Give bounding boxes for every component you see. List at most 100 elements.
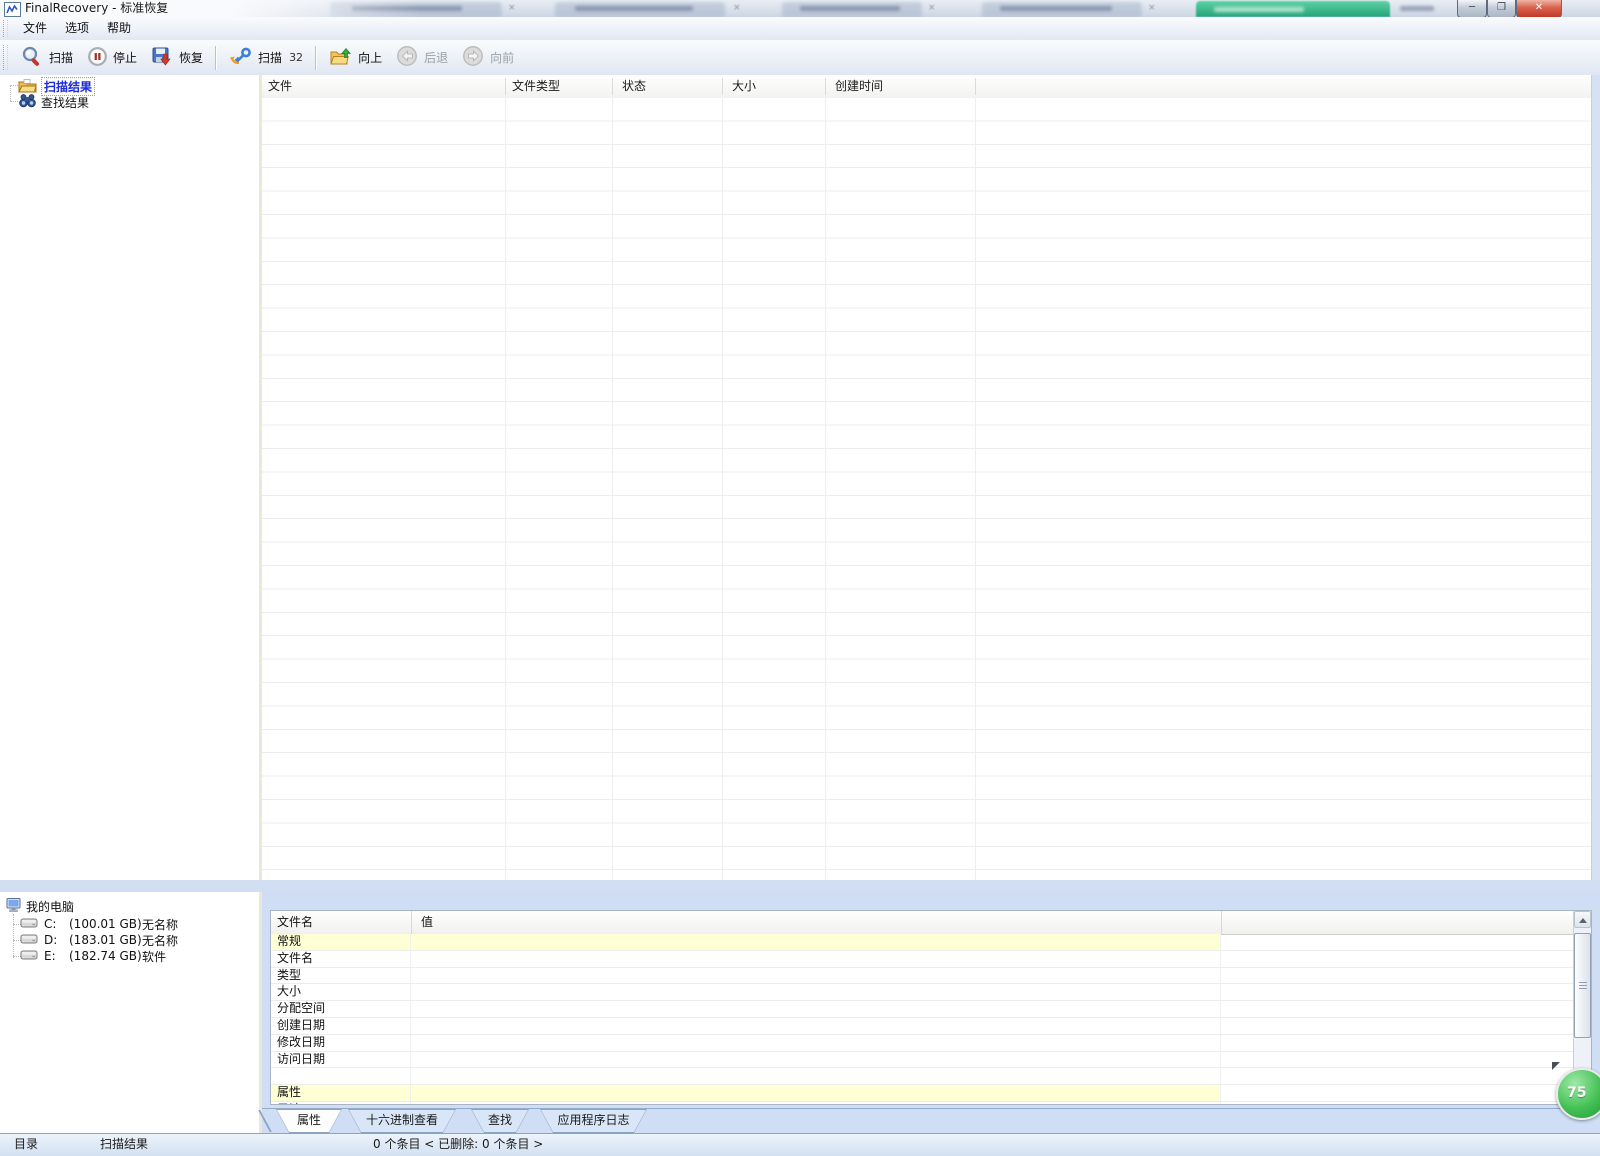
tree-connector (10, 85, 18, 86)
column-separator[interactable] (612, 78, 613, 95)
property-label: 类型 (271, 968, 411, 984)
bottom-tab[interactable]: 应用程序日志 (540, 1109, 647, 1133)
property-label: 常规 (271, 934, 411, 950)
property-label: 属性 (271, 1085, 411, 1101)
property-row[interactable]: 属性 (271, 1085, 1591, 1102)
background-tab-close: × (1148, 5, 1155, 12)
property-value (411, 951, 1221, 967)
property-row[interactable]: 只读 (271, 1102, 1591, 1105)
column-header[interactable]: 文件类型 (512, 75, 560, 97)
scan32-button[interactable]: 扫描 32 (222, 43, 310, 73)
column-separator[interactable] (975, 78, 976, 95)
toolbar: 扫描 停止 恢复 (0, 40, 1600, 76)
background-tab-text (1214, 7, 1304, 12)
property-label: 修改日期 (271, 1035, 411, 1051)
column-separator[interactable] (1221, 911, 1222, 934)
bottom-tab[interactable]: 查找 (471, 1109, 529, 1133)
bottom-tab[interactable]: 十六进制查看 (348, 1109, 456, 1133)
property-value (411, 1035, 1221, 1051)
tree-item-my-computer[interactable]: 我的电脑 (6, 897, 74, 916)
app-window: × × × × FinalRecovery - 标准恢复 ─ ❐ ✕ 文件选项帮… (0, 0, 1600, 1155)
menu-item[interactable]: 帮助 (98, 18, 140, 39)
scroll-up-button[interactable] (1574, 911, 1591, 928)
property-row[interactable]: 文件名 (271, 951, 1591, 968)
property-value (411, 968, 1221, 984)
back-button[interactable]: 后退 (389, 43, 455, 73)
rebar-grip[interactable] (3, 45, 8, 70)
column-header[interactable]: 创建时间 (835, 75, 883, 97)
drive-letter: E: (44, 949, 69, 963)
scan32-count: 32 (289, 51, 303, 64)
property-row[interactable]: 访问日期 (271, 1052, 1591, 1069)
property-label: 创建日期 (271, 1018, 411, 1034)
background-tab-text (575, 6, 693, 11)
drive-size: (100.01 GB) (69, 917, 142, 931)
pause-icon (87, 46, 108, 70)
column-header-filename[interactable]: 文件名 (277, 911, 313, 933)
column-header[interactable]: 大小 (732, 75, 756, 97)
menu-item[interactable]: 选项 (56, 18, 98, 39)
property-row[interactable]: 大小 (271, 984, 1591, 1001)
property-label (271, 1068, 411, 1084)
scan-button[interactable]: 扫描 (14, 43, 80, 73)
property-value (411, 984, 1221, 1000)
property-label: 大小 (271, 984, 411, 1000)
tree-item-label: 查找结果 (41, 94, 89, 111)
tree-item-label: 我的电脑 (26, 898, 74, 915)
column-separator[interactable] (411, 911, 412, 934)
property-row[interactable]: 常规 (271, 934, 1591, 951)
column-gridline (505, 98, 506, 880)
overlay-score-badge[interactable]: 75 (1556, 1068, 1600, 1120)
properties-rows: 常规文件名类型大小分配空间创建日期修改日期访问日期属性只读 (271, 934, 1591, 1105)
property-row[interactable]: 创建日期 (271, 1018, 1591, 1035)
menu-bar: 文件选项帮助 (0, 17, 1600, 41)
background-tab-text (800, 6, 900, 11)
tree-item-drive[interactable]: C:(100.01 GB)无名称 (20, 916, 178, 932)
forward-button[interactable]: 向前 (455, 43, 521, 73)
tab-label: 应用程序日志 (540, 1109, 647, 1133)
bottom-tab[interactable]: 属性 (276, 1109, 342, 1133)
recover-button-label: 恢复 (179, 49, 203, 66)
tree-connector (13, 914, 14, 958)
property-value (411, 1102, 1221, 1105)
horizontal-splitter[interactable] (0, 880, 1600, 892)
menu-item[interactable]: 文件 (14, 18, 56, 39)
property-row[interactable]: 修改日期 (271, 1035, 1591, 1052)
rebar-grip[interactable] (3, 20, 8, 36)
property-value (411, 1052, 1221, 1068)
app-icon (4, 2, 21, 17)
minimize-button[interactable]: ─ (1457, 0, 1487, 18)
stop-button[interactable]: 停止 (80, 43, 144, 73)
drive-name: 无名称 (142, 916, 178, 933)
column-separator[interactable] (722, 78, 723, 95)
property-row[interactable]: 分配空间 (271, 1001, 1591, 1018)
scan-button-label: 扫描 (49, 49, 73, 66)
property-value (411, 1018, 1221, 1034)
up-button[interactable]: 向上 (322, 43, 389, 73)
file-list-body[interactable] (262, 98, 1591, 880)
close-button[interactable]: ✕ (1516, 0, 1562, 18)
column-header[interactable]: 状态 (622, 75, 646, 97)
overlay-score-value: 75 (1567, 1085, 1586, 1101)
column-header-value[interactable]: 值 (421, 911, 433, 933)
scrollbar-thumb[interactable] (1574, 933, 1591, 1038)
property-row[interactable]: 类型 (271, 968, 1591, 985)
recover-button[interactable]: 恢复 (144, 43, 210, 73)
back-arrow-icon (396, 45, 419, 70)
column-header[interactable]: 文件 (268, 75, 292, 97)
property-label: 只读 (271, 1102, 411, 1105)
column-separator[interactable] (505, 78, 506, 95)
maximize-button[interactable]: ❐ (1487, 0, 1516, 18)
property-label: 分配空间 (271, 1001, 411, 1017)
tree-item-drive[interactable]: D:(183.01 GB)无名称 (20, 932, 178, 948)
binoculars-icon (18, 93, 37, 111)
computer-tree-panel: 我的电脑 C:(100.01 GB)无名称D:(183.01 GB)无名称E:(… (0, 892, 259, 1133)
background-tab-close: × (928, 5, 935, 12)
property-label: 文件名 (271, 951, 411, 967)
column-separator[interactable] (825, 78, 826, 95)
tree-item-search-results[interactable]: 查找结果 (18, 93, 89, 111)
tree-item-drive[interactable]: E:(182.74 GB)软件 (20, 948, 166, 964)
key-icon (229, 46, 253, 70)
property-row[interactable] (271, 1068, 1591, 1085)
folder-up-icon (329, 46, 353, 70)
